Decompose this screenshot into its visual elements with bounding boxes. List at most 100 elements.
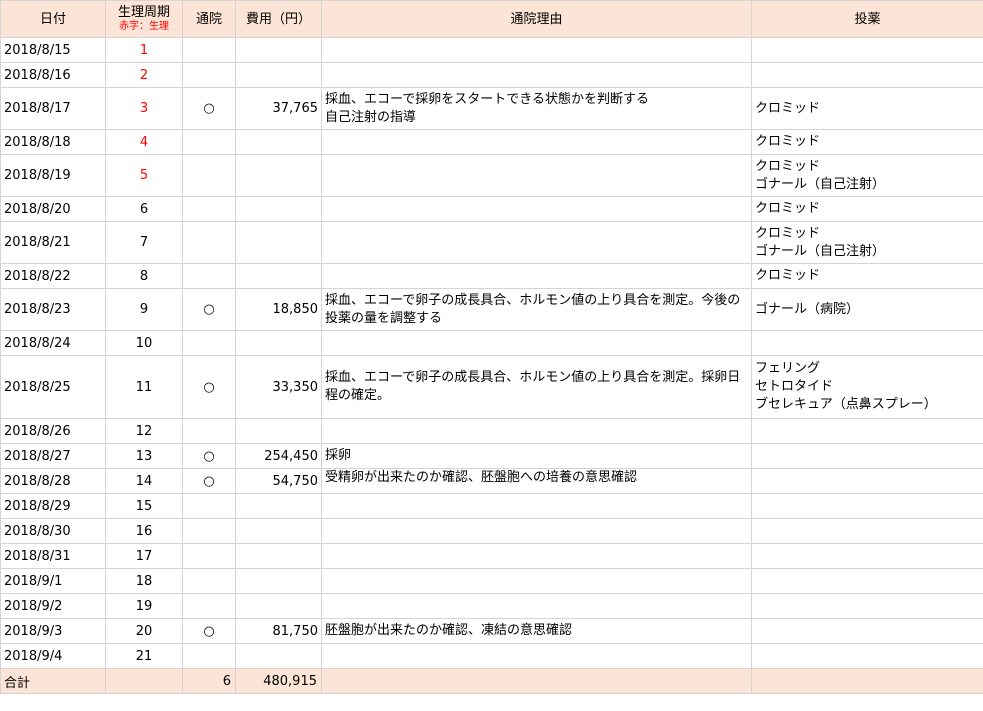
date-cell[interactable]: 2018/8/15 [0,37,106,63]
medication-cell[interactable]: フェリング セトロタイド ブセレキュア（点鼻スプレー） [751,355,983,419]
reason-cell[interactable] [321,593,752,619]
medication-cell[interactable] [751,568,983,594]
date-cell[interactable]: 2018/8/30 [0,518,106,544]
cycle-cell[interactable]: 4 [105,129,183,155]
date-cell[interactable]: 2018/9/2 [0,593,106,619]
visit-cell[interactable]: ○ [182,87,236,130]
reason-cell[interactable] [321,263,752,289]
date-cell[interactable]: 2018/8/19 [0,154,106,197]
reason-cell[interactable]: 胚盤胞が出来たのか確認、凍結の意思確認 [321,618,752,644]
reason-cell[interactable] [321,330,752,356]
cost-cell[interactable] [235,593,322,619]
cycle-cell[interactable]: 6 [105,196,183,222]
cost-cell[interactable]: 33,350 [235,355,322,419]
cycle-cell[interactable]: 5 [105,154,183,197]
cycle-cell[interactable]: 9 [105,288,183,331]
medication-cell[interactable] [751,593,983,619]
medication-cell[interactable]: クロミッド ゴナール（自己注射） [751,154,983,197]
cycle-cell[interactable]: 18 [105,568,183,594]
date-cell[interactable]: 2018/8/21 [0,221,106,264]
visit-cell[interactable]: ○ [182,618,236,644]
cost-cell[interactable] [235,62,322,88]
medication-cell[interactable]: ゴナール（病院） [751,288,983,331]
cost-cell[interactable] [235,263,322,289]
date-cell[interactable]: 2018/9/3 [0,618,106,644]
reason-cell[interactable]: 採血、エコーで卵子の成長具合、ホルモン値の上り具合を測定。今後の 投薬の量を調整す… [321,288,752,331]
cost-cell[interactable]: 37,765 [235,87,322,130]
medication-cell[interactable] [751,62,983,88]
reason-cell[interactable] [321,62,752,88]
date-cell[interactable]: 2018/8/27 [0,443,106,469]
medication-cell[interactable] [751,518,983,544]
cycle-cell[interactable]: 1 [105,37,183,63]
medication-cell[interactable]: クロミッド [751,196,983,222]
cost-cell[interactable] [235,221,322,264]
total-label[interactable]: 合計 [0,668,106,694]
total-cost[interactable]: 480,915 [235,668,322,694]
visit-cell[interactable] [182,37,236,63]
total-medication-cell[interactable] [751,668,983,694]
cycle-cell[interactable]: 16 [105,518,183,544]
medication-cell[interactable] [751,37,983,63]
cycle-cell[interactable]: 15 [105,493,183,519]
reason-cell[interactable] [321,221,752,264]
reason-cell[interactable]: 採血、エコーで卵子の成長具合、ホルモン値の上り具合を測定。採卵日 程の確定。 [321,355,752,419]
cost-cell[interactable] [235,37,322,63]
date-cell[interactable]: 2018/8/28 [0,468,106,494]
cost-cell[interactable] [235,568,322,594]
medication-cell[interactable] [751,418,983,444]
reason-cell[interactable] [321,568,752,594]
cycle-cell[interactable]: 7 [105,221,183,264]
reason-cell[interactable] [321,196,752,222]
total-reason-cell[interactable] [321,668,752,694]
date-cell[interactable]: 2018/8/24 [0,330,106,356]
header-visit[interactable]: 通院 [182,0,236,38]
medication-cell[interactable]: クロミッド [751,129,983,155]
visit-cell[interactable] [182,593,236,619]
cost-cell[interactable]: 54,750 [235,468,322,494]
cycle-cell[interactable]: 10 [105,330,183,356]
cost-cell[interactable] [235,196,322,222]
medication-cell[interactable]: クロミッド ゴナール（自己注射） [751,221,983,264]
cycle-cell[interactable]: 19 [105,593,183,619]
visit-cell[interactable] [182,418,236,444]
header-reason[interactable]: 通院理由 [321,0,752,38]
header-date[interactable]: 日付 [0,0,106,38]
cycle-cell[interactable]: 12 [105,418,183,444]
reason-cell[interactable] [321,643,752,669]
cycle-cell[interactable]: 2 [105,62,183,88]
date-cell[interactable]: 2018/9/4 [0,643,106,669]
reason-cell[interactable] [321,37,752,63]
cycle-cell[interactable]: 17 [105,543,183,569]
cost-cell[interactable]: 254,450 [235,443,322,469]
header-cost[interactable]: 費用（円） [235,0,322,38]
visit-cell[interactable]: ○ [182,355,236,419]
visit-cell[interactable] [182,543,236,569]
cost-cell[interactable] [235,129,322,155]
visit-cell[interactable] [182,643,236,669]
visit-cell[interactable] [182,129,236,155]
date-cell[interactable]: 2018/8/20 [0,196,106,222]
cost-cell[interactable]: 18,850 [235,288,322,331]
reason-cell[interactable] [321,543,752,569]
medication-cell[interactable] [751,643,983,669]
reason-cell[interactable]: 受精卵が出来たのか確認、胚盤胞への培養の意思確認 [321,468,752,494]
cost-cell[interactable] [235,643,322,669]
visit-cell[interactable] [182,196,236,222]
date-cell[interactable]: 2018/8/17 [0,87,106,130]
cost-cell[interactable] [235,154,322,197]
cycle-cell[interactable]: 21 [105,643,183,669]
cycle-cell[interactable]: 11 [105,355,183,419]
visit-cell[interactable] [182,263,236,289]
reason-cell[interactable] [321,129,752,155]
medication-cell[interactable] [751,618,983,644]
medication-cell[interactable] [751,443,983,469]
cost-cell[interactable] [235,330,322,356]
date-cell[interactable]: 2018/8/31 [0,543,106,569]
date-cell[interactable]: 2018/8/18 [0,129,106,155]
visit-cell[interactable] [182,330,236,356]
total-cycle-cell[interactable] [105,668,183,694]
visit-cell[interactable] [182,221,236,264]
visit-cell[interactable]: ○ [182,443,236,469]
cycle-cell[interactable]: 13 [105,443,183,469]
